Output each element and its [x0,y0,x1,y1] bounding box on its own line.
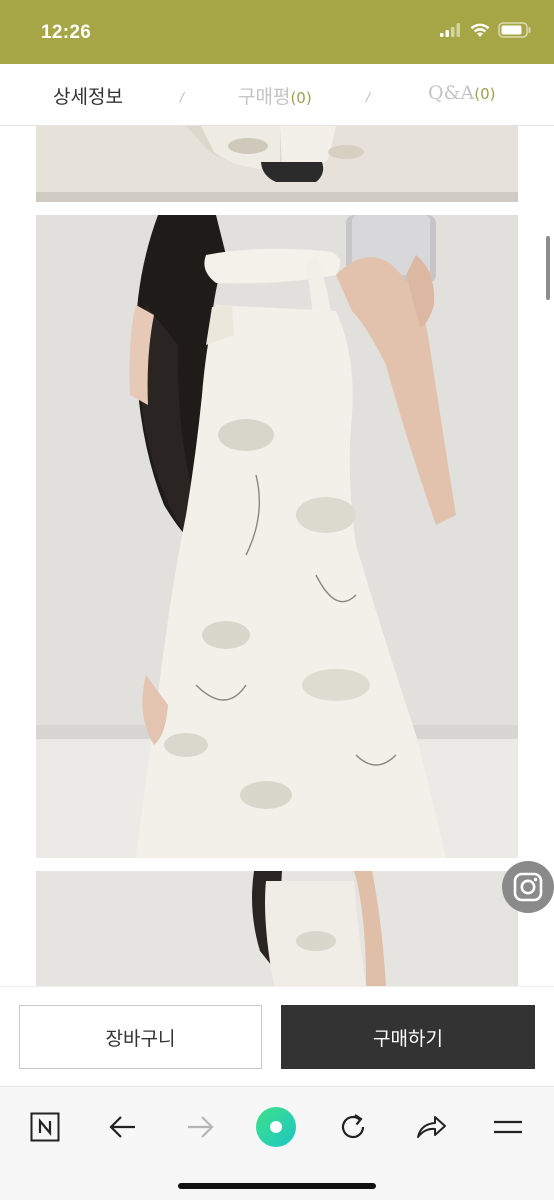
share-button[interactable] [409,1105,453,1149]
status-bar: 12:26 [0,0,554,64]
add-to-cart-button[interactable]: 장바구니 [19,1005,262,1069]
green-dot-icon [256,1107,296,1147]
product-photo-top [36,126,518,202]
wifi-icon [470,23,490,37]
tab-review[interactable]: 구매평(0) [238,82,312,109]
forward-button[interactable] [178,1105,222,1149]
menu-icon [494,1120,522,1134]
back-arrow-icon [109,1116,135,1138]
tab-qa[interactable]: Q&A(0) [428,82,495,104]
tab-review-count: (0) [290,89,312,107]
tab-separator: / [180,90,185,104]
back-button[interactable] [101,1105,145,1149]
naver-home-button[interactable] [23,1105,67,1149]
menu-button[interactable] [486,1105,530,1149]
forward-arrow-icon [188,1116,214,1138]
instagram-button[interactable] [502,861,554,913]
product-tabs: 상세정보 / 구매평(0) / Q&A(0) [0,64,554,126]
product-photo-bottom [36,871,518,986]
green-dot-button[interactable] [254,1105,298,1149]
tab-review-label: 구매평 [238,86,291,108]
home-indicator[interactable] [178,1183,376,1189]
reload-button[interactable] [331,1105,375,1149]
tab-detail[interactable]: 상세정보 [53,82,123,109]
battery-icon [498,22,531,38]
tab-qa-count: (0) [474,85,496,103]
naver-home-icon [30,1112,60,1142]
tab-detail-label: 상세정보 [53,86,123,108]
product-photo-main [36,215,518,858]
status-icons [440,22,532,38]
scrollbar[interactable] [546,236,550,300]
tab-qa-label: Q&A [428,82,475,104]
reload-icon [341,1114,365,1139]
signal-icon [440,23,460,37]
product-detail-content [0,126,554,986]
share-icon [417,1116,446,1138]
status-time: 12:26 [41,22,92,43]
instagram-icon [513,872,543,902]
tab-separator: / [366,90,371,104]
buy-now-button[interactable]: 구매하기 [281,1005,535,1069]
purchase-action-bar: 장바구니 구매하기 [0,986,554,1086]
